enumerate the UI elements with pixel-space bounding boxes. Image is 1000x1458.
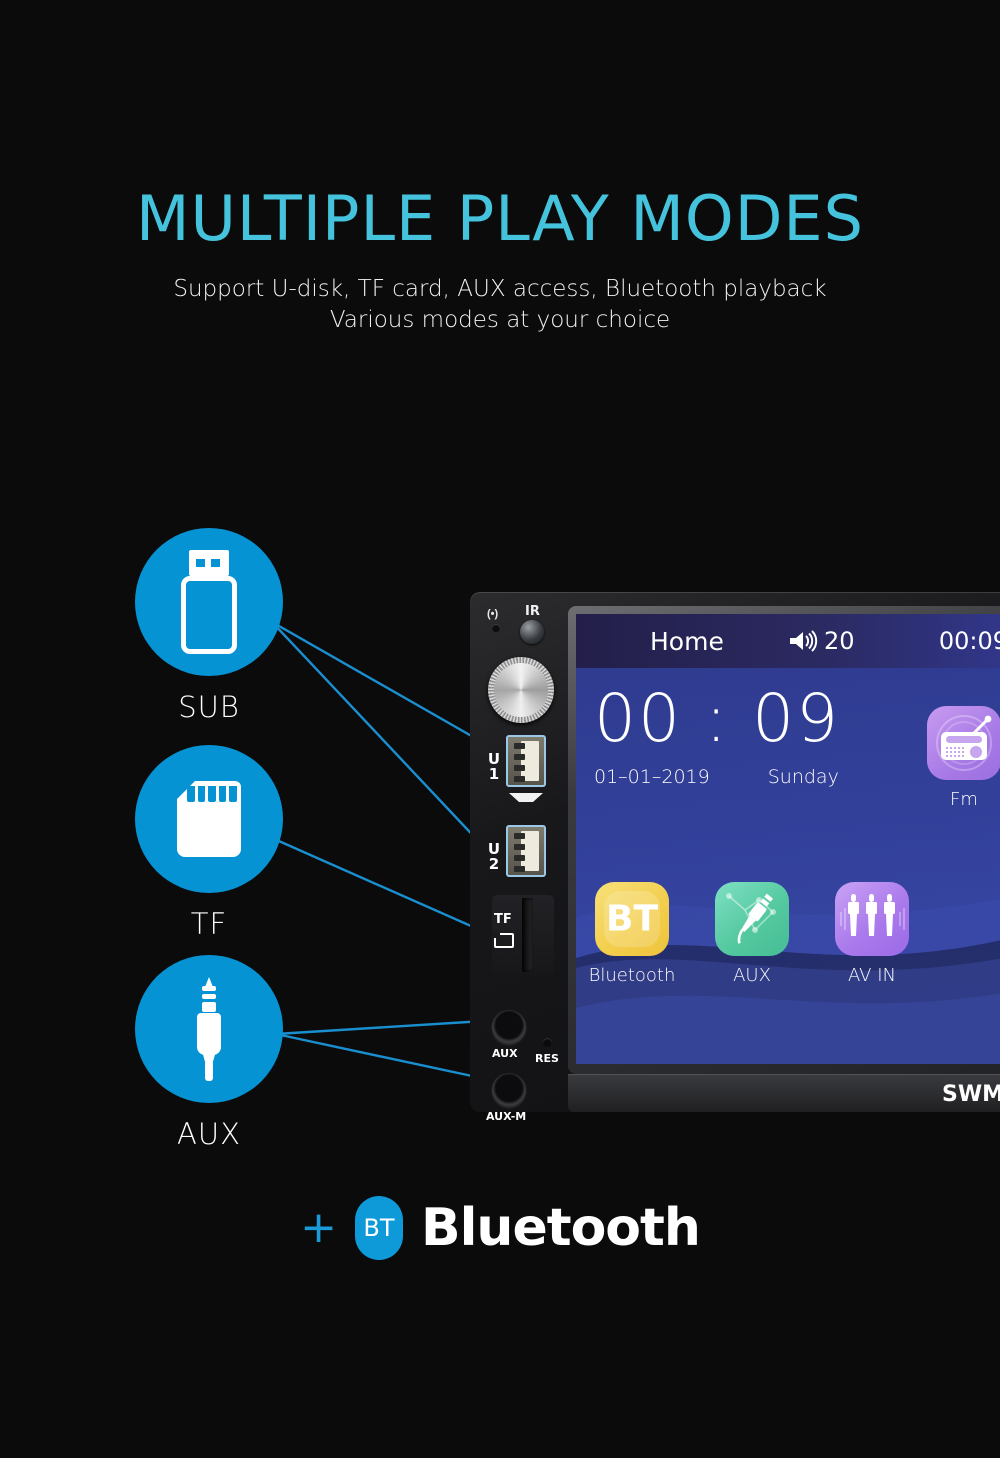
usb-port-u2[interactable]	[506, 825, 546, 877]
app-bluetooth[interactable]: BT Bluetooth	[584, 882, 680, 986]
app-fm[interactable]: Fm	[916, 706, 1000, 810]
feature-aux[interactable]: AUX	[114, 955, 304, 1151]
ir-label: IR	[525, 604, 540, 619]
rca-connectors-icon	[835, 882, 909, 956]
aux-jack-port[interactable]	[492, 1010, 526, 1044]
subtitle-line-1: Support U-disk, TF card, AUX access, Blu…	[173, 276, 827, 302]
tf-card-glyph-icon	[494, 933, 514, 948]
sd-card-icon	[177, 781, 241, 857]
feature-tf[interactable]: TF	[114, 745, 304, 941]
app-bluetooth-label: Bluetooth	[588, 965, 676, 986]
aux-m-jack-label: AUX-M	[486, 1110, 527, 1123]
app-fm-label: Fm	[950, 789, 978, 810]
aux-jack-label: AUX	[492, 1047, 518, 1060]
tf-slot-label: TF	[494, 912, 512, 927]
screen-statusbar: Home 20 00:09	[576, 614, 1000, 668]
clock-time: 00 : 09	[594, 680, 841, 757]
clock-weekday: Sunday	[767, 766, 839, 788]
bluetooth-badge-text: BT	[363, 1214, 395, 1242]
statusbar-time: 00:09	[938, 627, 1000, 655]
feature-tf-label: TF	[190, 907, 228, 941]
usb-port-u1-label: U 1	[487, 750, 501, 783]
app-avin[interactable]: AV IN	[824, 882, 920, 986]
feature-sub-label: SUB	[178, 690, 240, 724]
ir-receiver-icon	[520, 620, 544, 644]
device-bottom-bezel: SWM	[568, 1074, 1000, 1112]
feature-sub[interactable]: SUB	[114, 528, 304, 724]
volume-knob[interactable]	[488, 657, 554, 723]
port-panel: (•) IR U 1 U 2 TF AUX RES AUX-M	[478, 600, 568, 1123]
page-subtitle: Support U-disk, TF card, AUX access, Blu…	[0, 274, 1000, 336]
header: MULTIPLE PLAY MODES Support U-disk, TF c…	[0, 0, 1000, 336]
usb-port-u1[interactable]	[506, 735, 546, 787]
aux-m-jack-port[interactable]	[492, 1073, 526, 1107]
plus-icon: +	[300, 1202, 337, 1253]
reset-label: RES	[535, 1052, 559, 1065]
bluetooth-wordmark: Bluetooth	[420, 1198, 701, 1258]
feature-aux-label: AUX	[177, 1117, 241, 1151]
feature-sub-circle	[135, 528, 283, 676]
usb-orientation-arrow-icon	[509, 793, 543, 802]
radio-icon	[927, 706, 1000, 780]
footer-bluetooth: + BT Bluetooth	[0, 1196, 1000, 1260]
statusbar-volume[interactable]: 20	[788, 627, 855, 655]
tf-card-slot[interactable]	[522, 898, 533, 972]
brand-logo: SWM	[941, 1082, 1000, 1107]
bluetooth-badge: BT	[354, 1196, 403, 1260]
app-avin-label: AV IN	[848, 965, 896, 986]
statusbar-volume-value: 20	[824, 627, 855, 655]
speaker-icon	[790, 630, 818, 652]
audio-jack-icon	[194, 977, 224, 1081]
app-aux-label: AUX	[733, 965, 771, 986]
ir-indicator-led	[492, 624, 500, 632]
audio-jack-icon	[715, 882, 789, 956]
feature-tf-circle	[135, 745, 283, 893]
ir-wave-icon: (•)	[487, 608, 499, 620]
usb-flash-drive-icon	[181, 550, 237, 654]
statusbar-home-label[interactable]: Home	[650, 627, 724, 656]
app-aux[interactable]: AUX	[704, 882, 800, 986]
page-title: MULTIPLE PLAY MODES	[136, 182, 864, 255]
screen-clock: 00 : 09 01–01–2019 Sunday	[594, 680, 841, 789]
usb-port-u2-label: U 2	[487, 840, 501, 873]
bt-icon-glyph: BT	[606, 898, 658, 940]
clock-date: 01–01–2019	[594, 766, 710, 788]
subtitle-line-2: Various modes at your choice	[329, 307, 671, 334]
bt-icon: BT	[595, 882, 669, 956]
screen-frame: Home 20 00:09 00	[568, 606, 1000, 1074]
reset-button[interactable]	[543, 1038, 552, 1047]
device-screen: Home 20 00:09 00	[576, 614, 1000, 1064]
car-stereo-device: (•) IR U 1 U 2 TF AUX RES AUX-M Home 20 …	[470, 592, 1000, 1123]
feature-aux-circle	[135, 955, 283, 1103]
